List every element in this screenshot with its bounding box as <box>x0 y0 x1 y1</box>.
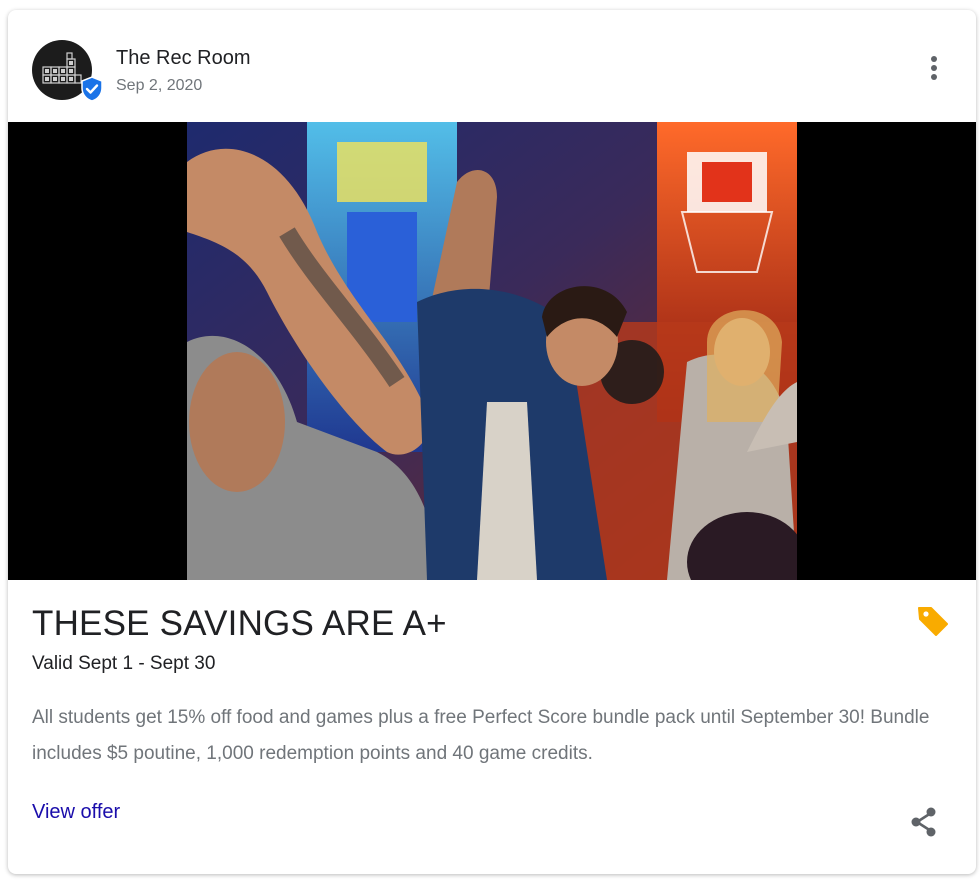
more-options-button[interactable] <box>918 50 950 86</box>
verified-badge-icon <box>80 76 104 102</box>
offer-validity: Valid Sept 1 - Sept 30 <box>32 653 216 674</box>
share-button[interactable] <box>906 804 942 840</box>
offer-title: THESE SAVINGS ARE A+ <box>32 604 447 643</box>
offer-description: All students get 15% off food and games … <box>32 707 930 764</box>
view-offer-link[interactable]: View offer <box>32 801 120 824</box>
post-photo <box>187 122 797 580</box>
tag-icon <box>916 604 950 638</box>
post-media[interactable] <box>8 122 976 580</box>
post-date: Sep 2, 2020 <box>116 77 203 94</box>
share-icon <box>911 807 936 837</box>
offer-post-card: The Rec Room Sep 2, 2020 THESE SAVINGS A… <box>8 10 976 874</box>
business-name[interactable]: The Rec Room <box>116 47 251 70</box>
more-vert-icon <box>931 56 937 80</box>
post-header: The Rec Room Sep 2, 2020 <box>8 10 976 122</box>
